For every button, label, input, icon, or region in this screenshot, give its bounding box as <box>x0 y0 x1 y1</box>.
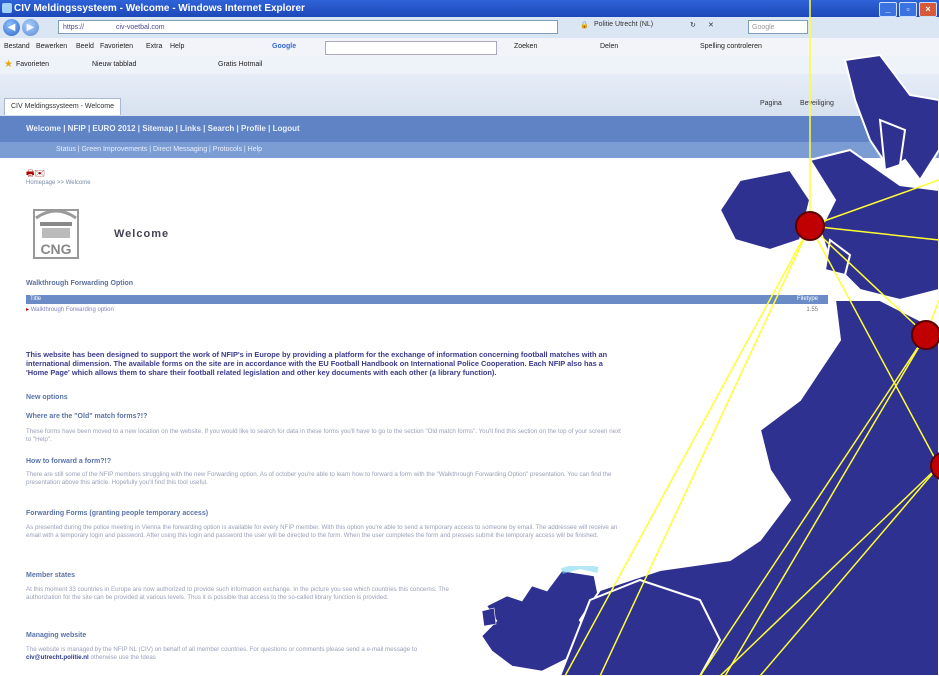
favorite-hotmail[interactable]: Gratis Hotmail <box>218 56 262 74</box>
sub-nav-links[interactable]: Status | Green Improvements | Direct Mes… <box>56 142 262 158</box>
toolbar-spelling[interactable]: Spelling controleren <box>700 38 762 56</box>
site-main-nav: Welcome | NFIP | EURO 2012 | Sitemap | L… <box>0 116 939 142</box>
cng-logo: CNG <box>33 209 79 259</box>
certificate-label[interactable]: Politie Utrecht (NL) <box>594 21 653 28</box>
menu-favorieten[interactable]: Favorieten <box>100 38 133 56</box>
section-heading: Managing website <box>26 632 87 639</box>
section-text: These forms have been moved to a new loc… <box>26 428 621 443</box>
forward-button[interactable]: ▶ <box>22 19 39 36</box>
row-value: 1.55 <box>806 307 818 313</box>
command-pagina[interactable]: Pagina <box>760 100 782 107</box>
search-input[interactable]: Google <box>748 20 808 34</box>
window-titlebar: CIV Meldingssysteem - Welcome - Windows … <box>0 0 939 17</box>
page-content: 🖶✉ Homepage >> Welcome CNG Welcome Walkt… <box>0 158 939 676</box>
breadcrumb[interactable]: Homepage >> Welcome <box>26 180 91 186</box>
url-input[interactable]: https:// civ-voetbal.com <box>58 20 558 34</box>
managing-text-suffix: otherwise use the Ideas <box>90 654 156 661</box>
address-bar: ◀ ▶ https:// civ-voetbal.com 🔒 Politie U… <box>0 17 939 39</box>
google-toolbar-label: Google <box>272 43 297 50</box>
tab-active[interactable]: CIV Meldingssysteem - Welcome <box>4 98 121 115</box>
window-title: CIV Meldingssysteem - Welcome - Windows … <box>14 3 305 14</box>
contact-email-link[interactable]: civ@utrecht.politie.nl <box>26 654 89 661</box>
toolbar-delen[interactable]: Delen <box>600 38 618 56</box>
ie-icon <box>2 3 12 13</box>
section-heading: Where are the "Old" match forms?!? <box>26 413 148 420</box>
site-sub-nav: Status | Green Improvements | Direct Mes… <box>0 142 939 158</box>
menu-extra[interactable]: Extra <box>146 38 162 56</box>
favorite-new-tab[interactable]: Nieuw tabblad <box>92 56 136 74</box>
col-filetype[interactable]: Filetype <box>797 295 818 304</box>
menu-beeld[interactable]: Beeld <box>76 38 94 56</box>
menu-bar: Bestand Bewerken Beeld Favorieten Extra … <box>0 38 939 57</box>
favorites-bar: ★ Favorieten Nieuw tabblad Gratis Hotmai… <box>0 56 939 75</box>
section-text: As presented during the police meeting i… <box>26 524 618 539</box>
maximize-button[interactable]: ▫ <box>899 2 917 17</box>
section-heading: Member states <box>26 572 76 579</box>
logo-text: CNG <box>40 241 71 257</box>
section-heading: New options <box>26 394 68 401</box>
favorites-button[interactable]: Favorieten <box>16 56 49 74</box>
section-heading: Forwarding Forms (granting people tempor… <box>26 510 209 517</box>
menu-bestand[interactable]: Bestand <box>4 38 30 56</box>
walkthrough-heading: Walkthrough Forwarding Option <box>26 280 134 287</box>
url-prefix: https:// <box>63 24 85 31</box>
managing-text: The website is managed by the NFIP NL (C… <box>26 646 418 653</box>
section-heading: How to forward a form?!? <box>26 458 112 465</box>
menu-help[interactable]: Help <box>170 38 184 56</box>
menu-bewerken[interactable]: Bewerken <box>36 38 67 56</box>
intro-text: This website has been designed to suppor… <box>26 350 608 377</box>
stop-icon[interactable]: ✕ <box>708 21 714 29</box>
back-button[interactable]: ◀ <box>3 19 20 36</box>
europe-mini-map <box>481 566 601 672</box>
google-search-input[interactable] <box>325 41 497 55</box>
command-beveiliging[interactable]: Beveiliging <box>800 100 834 107</box>
section-text: At this moment 33 countries in Europe ar… <box>26 586 449 601</box>
tab-bar: CIV Meldingssysteem - Welcome Pagina Bev… <box>0 74 939 117</box>
bullet-icon: ▸ <box>26 307 30 313</box>
refresh-icon[interactable]: ↻ <box>690 21 696 29</box>
row-title[interactable]: Walkthrough Forwarding option <box>31 307 114 313</box>
window-controls: _ ▫ × <box>879 2 937 17</box>
main-nav-links[interactable]: Welcome | NFIP | EURO 2012 | Sitemap | L… <box>26 116 300 142</box>
minimize-button[interactable]: _ <box>879 2 897 17</box>
toolbar-zoeken[interactable]: Zoeken <box>514 38 537 56</box>
col-title[interactable]: Title <box>30 295 41 304</box>
section-text: The website is managed by the NFIP NL (C… <box>26 646 456 662</box>
table-row[interactable]: ▸ Walkthrough Forwarding option 1.55 <box>26 306 828 315</box>
page-title: Welcome <box>114 228 170 240</box>
section-text: There are still some of the NFIP members… <box>26 471 612 486</box>
url-host: civ-voetbal.com <box>115 24 165 31</box>
close-button[interactable]: × <box>919 2 937 17</box>
star-icon: ★ <box>4 59 13 70</box>
table-header: Title Filetype <box>26 295 828 304</box>
lock-icon[interactable]: 🔒 <box>580 21 589 29</box>
